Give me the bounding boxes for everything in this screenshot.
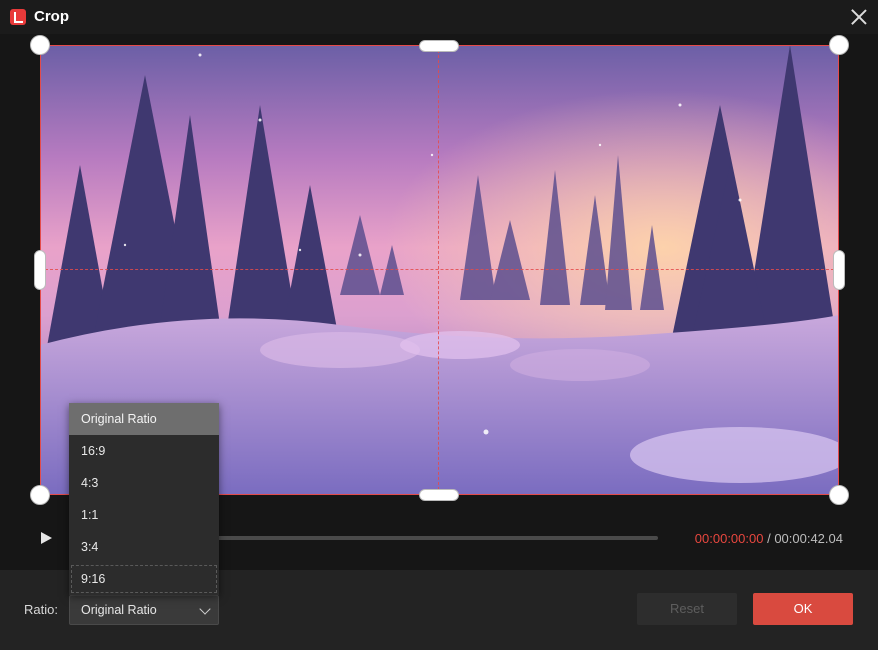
title-bar: Crop bbox=[0, 0, 878, 34]
close-icon[interactable] bbox=[850, 8, 868, 26]
time-separator: / bbox=[763, 531, 775, 546]
time-display: 00:00:00:00 / 00:00:42.04 bbox=[695, 531, 843, 546]
play-icon[interactable] bbox=[38, 530, 54, 546]
ratio-option-1-1[interactable]: 1:1 bbox=[69, 499, 219, 531]
crop-guide-horizontal bbox=[40, 269, 839, 270]
crop-handle-bottom-left[interactable] bbox=[30, 485, 50, 505]
crop-handle-right[interactable] bbox=[833, 250, 845, 290]
duration: 00:00:42.04 bbox=[774, 531, 843, 546]
ok-button[interactable]: OK bbox=[753, 593, 853, 625]
crop-guide-vertical bbox=[438, 45, 439, 495]
crop-handle-top-right[interactable] bbox=[829, 35, 849, 55]
crop-handle-top[interactable] bbox=[419, 40, 459, 52]
ratio-option-3-4[interactable]: 3:4 bbox=[69, 531, 219, 563]
crop-handle-bottom-right[interactable] bbox=[829, 485, 849, 505]
window-title: Crop bbox=[34, 8, 69, 25]
ratio-dropdown-menu: Original Ratio 16:9 4:3 1:1 3:4 9:16 bbox=[69, 403, 219, 595]
app-logo-icon bbox=[10, 9, 26, 25]
ratio-select-value: Original Ratio bbox=[81, 603, 157, 617]
ratio-option-16-9[interactable]: 16:9 bbox=[69, 435, 219, 467]
ratio-option-original[interactable]: Original Ratio bbox=[69, 403, 219, 435]
ratio-option-9-16[interactable]: 9:16 bbox=[69, 563, 219, 595]
crop-handle-top-left[interactable] bbox=[30, 35, 50, 55]
current-time: 00:00:00:00 bbox=[694, 531, 764, 546]
crop-handle-left[interactable] bbox=[34, 250, 46, 290]
crop-handle-bottom[interactable] bbox=[419, 489, 459, 501]
ratio-select[interactable]: Original Ratio bbox=[69, 595, 219, 625]
chevron-down-icon bbox=[199, 603, 211, 615]
ratio-option-4-3[interactable]: 4:3 bbox=[69, 467, 219, 499]
reset-button[interactable]: Reset bbox=[637, 593, 737, 625]
ratio-label: Ratio: bbox=[24, 602, 58, 617]
